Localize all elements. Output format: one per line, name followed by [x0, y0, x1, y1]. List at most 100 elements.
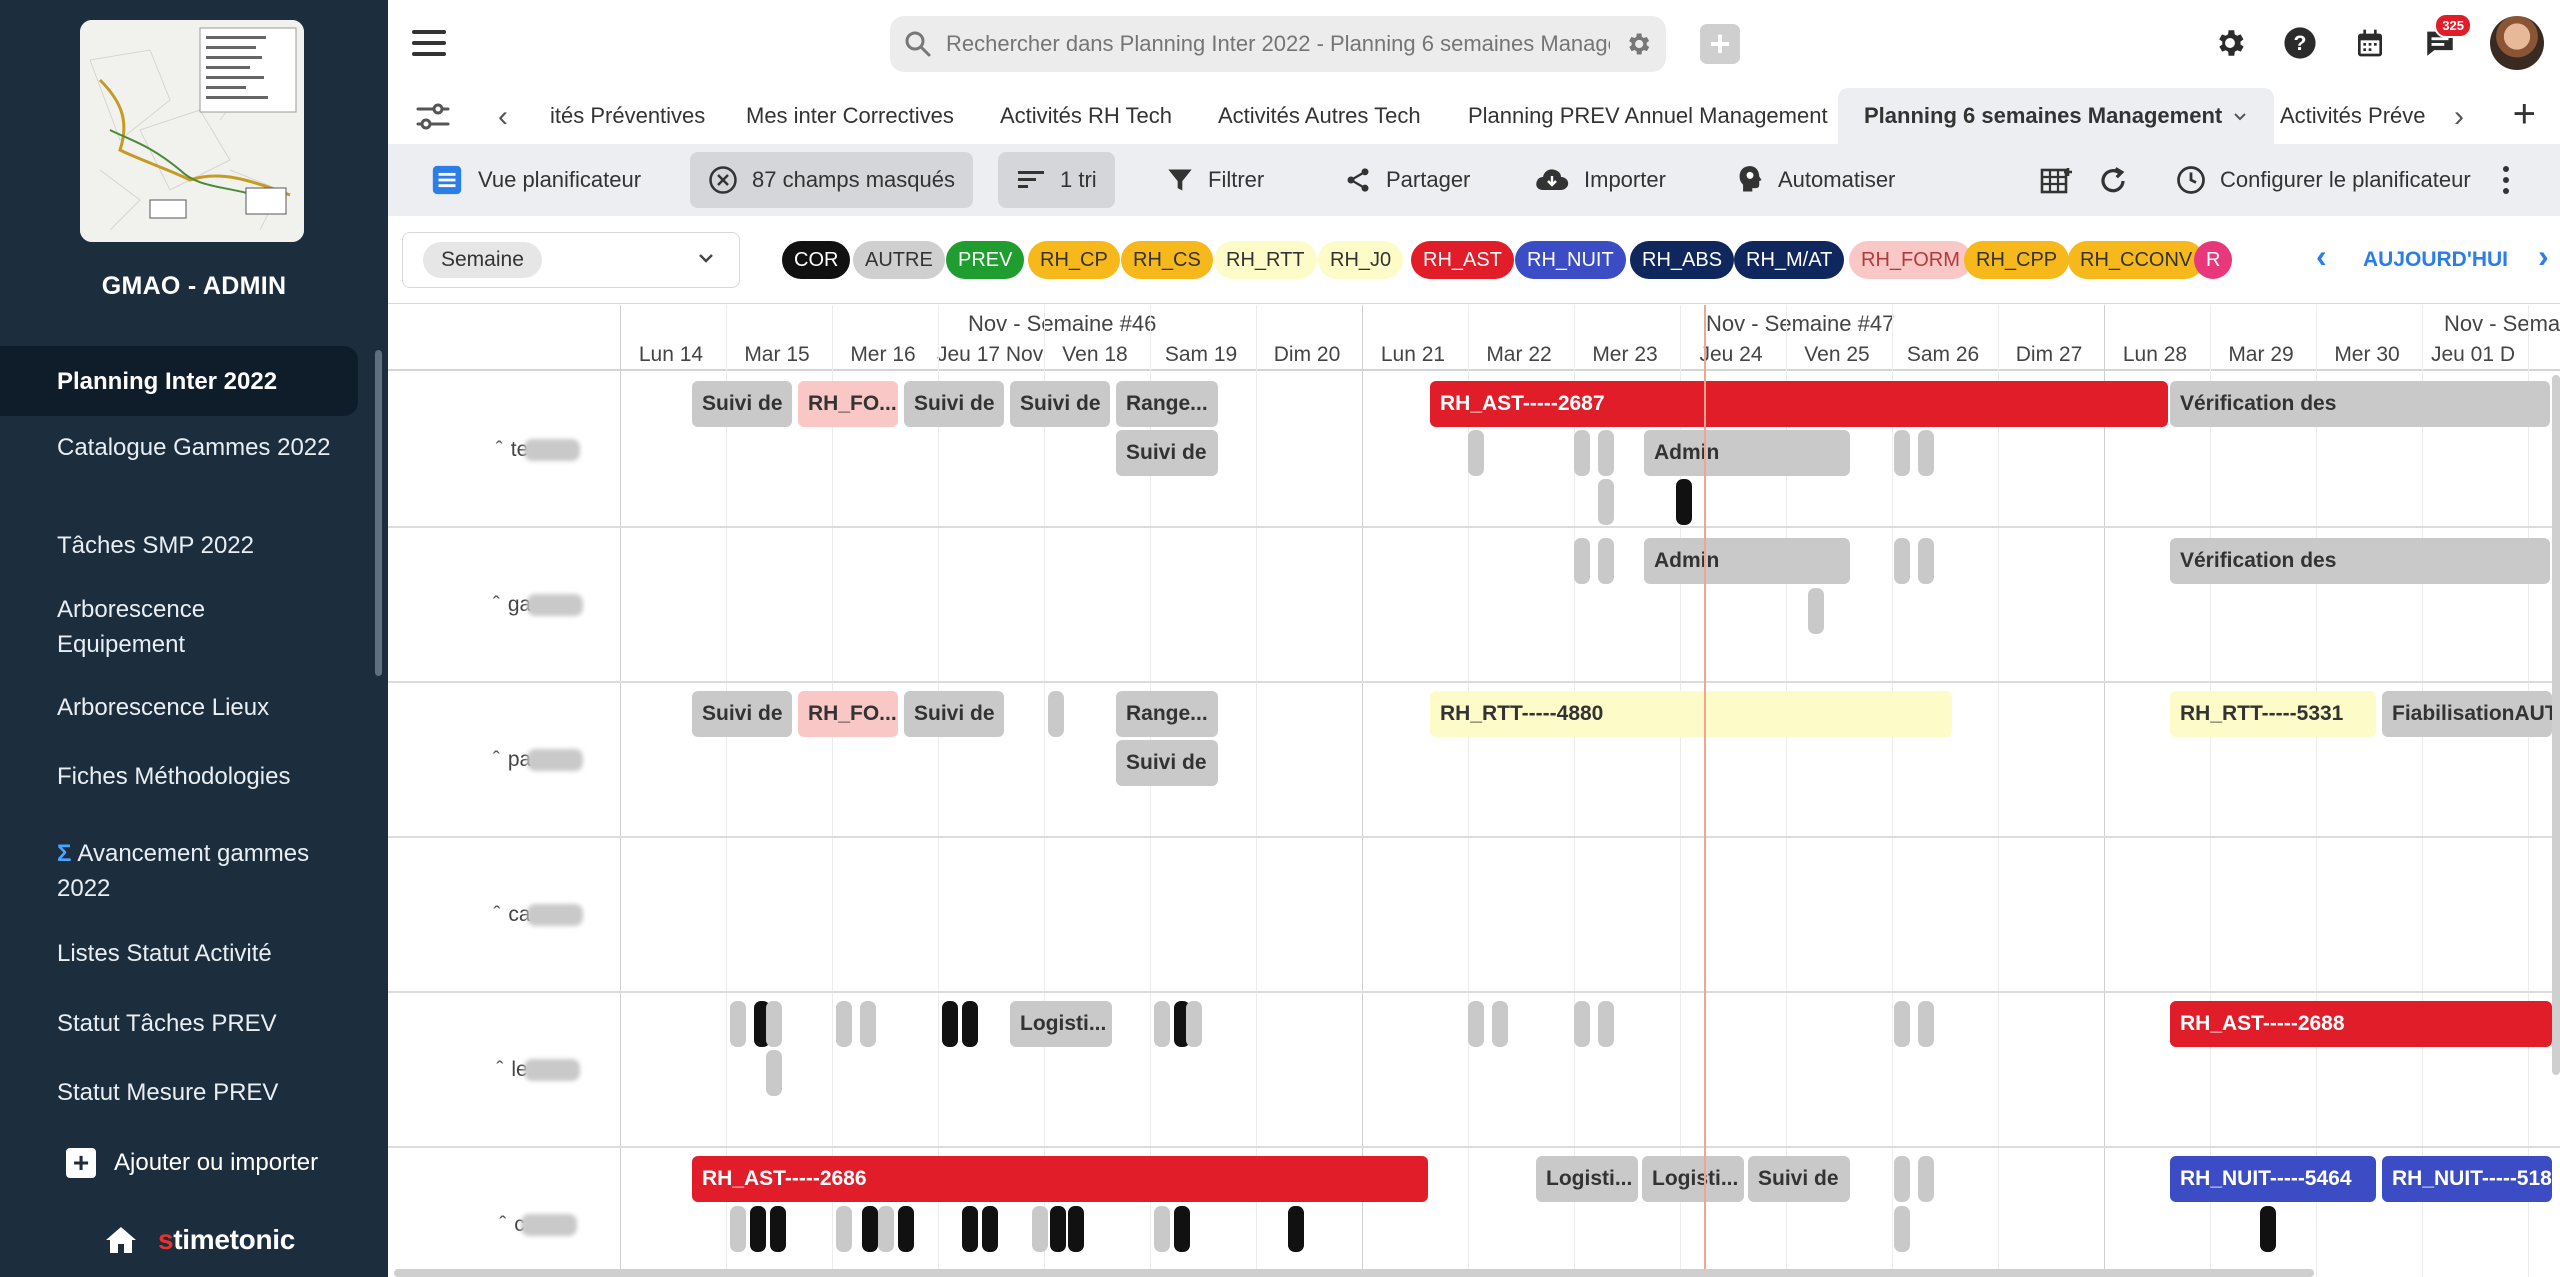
tab-mes-inter-correctives[interactable]: Mes inter Correctives [746, 88, 954, 144]
tab-activites-preventives[interactable]: ités Préventives [550, 88, 705, 144]
sidebar-item-arborescence-lieux[interactable]: Arborescence Lieux [0, 690, 358, 725]
app-logo-map[interactable] [80, 20, 304, 242]
planner-event-compact[interactable] [1598, 538, 1614, 584]
planner-event-compact[interactable] [770, 1206, 786, 1252]
planner-event-compact[interactable] [1468, 430, 1484, 476]
planner-event-compact[interactable] [766, 1050, 782, 1096]
resource-row-header[interactable]: ˆ le [388, 993, 688, 1146]
configure-planner-button[interactable]: Configurer le planificateur [2158, 152, 2489, 208]
more-vertical-icon[interactable] [2500, 164, 2512, 196]
resource-row-header[interactable]: ˆ pa [388, 683, 688, 836]
legend-chip[interactable]: AUTRE [853, 241, 945, 279]
planner-event-compact[interactable] [1598, 430, 1614, 476]
user-avatar[interactable] [2490, 16, 2544, 70]
calendar-icon[interactable] [2350, 23, 2390, 63]
sidebar-item-avancement-gammes[interactable]: Σ Avancement gammes 2022 [0, 836, 358, 906]
planner-event-compact[interactable] [1918, 1001, 1934, 1047]
planner-event-compact[interactable] [942, 1001, 958, 1047]
planner-event-compact[interactable] [1574, 1001, 1590, 1047]
grid-horizontal-scrollbar[interactable] [394, 1269, 2314, 1277]
legend-chip[interactable]: RH_FORM [1849, 241, 1972, 279]
tab-activites-rh-tech[interactable]: Activités RH Tech [1000, 88, 1172, 144]
legend-chip[interactable]: PREV [946, 241, 1025, 279]
planner-event[interactable]: RH_FO... [798, 381, 898, 427]
planner-event[interactable]: RH_FO... [798, 691, 898, 737]
planner-event-compact[interactable] [878, 1206, 894, 1252]
planner-event[interactable]: Suivi de [904, 691, 1004, 737]
planner-event[interactable]: Suivi de [692, 381, 792, 427]
legend-chip[interactable]: RH_NUIT [1515, 241, 1626, 279]
legend-chip[interactable]: RH_AST [1411, 241, 1514, 279]
legend-chip[interactable]: RH_CP [1028, 241, 1120, 279]
legend-chip[interactable]: R [2194, 241, 2233, 279]
planner-event-compact[interactable] [982, 1206, 998, 1252]
planner-event-compact[interactable] [1154, 1206, 1170, 1252]
tab-activites-preve[interactable]: Activités Préve [2280, 88, 2426, 144]
planner-event-compact[interactable] [1918, 538, 1934, 584]
resource-row-header[interactable]: ˆ te [388, 373, 688, 526]
planner-event-compact[interactable] [1574, 430, 1590, 476]
planner-event-compact[interactable] [1894, 538, 1910, 584]
planner-event[interactable]: Vérification des [2170, 381, 2550, 427]
sidebar-item-statut-taches[interactable]: Statut Tâches PREV [0, 1006, 358, 1041]
planner-event[interactable]: Suivi de [1748, 1156, 1850, 1202]
planner-event-compact[interactable] [1574, 538, 1590, 584]
planner-event[interactable]: RH_NUIT-----518 [2382, 1156, 2552, 1202]
planner-event-compact[interactable] [898, 1206, 914, 1252]
planner-event[interactable]: RH_RTT-----4880 [1430, 691, 1952, 737]
sidebar-item-catalogue-gammes[interactable]: Catalogue Gammes 2022 [0, 430, 358, 465]
legend-chip[interactable]: RH_CS [1121, 241, 1213, 279]
today-button[interactable]: AUJOURD'HUI [2363, 248, 2508, 272]
planner-event[interactable]: Suivi de [692, 691, 792, 737]
planner-event-compact[interactable] [962, 1206, 978, 1252]
planner-event-compact[interactable] [2260, 1206, 2276, 1252]
collapse-caret-icon[interactable]: ˆ [499, 1213, 506, 1237]
filter-button[interactable]: Filtrer [1148, 152, 1282, 208]
search-input[interactable] [944, 30, 1612, 58]
planner-event[interactable]: Range... [1116, 381, 1218, 427]
planner-event-compact[interactable] [1288, 1206, 1304, 1252]
planner-event-compact[interactable] [750, 1206, 766, 1252]
collapse-caret-icon[interactable]: ˆ [493, 748, 500, 772]
legend-chip[interactable]: RH_ABS [1630, 241, 1735, 279]
planner-event[interactable]: RH_RTT-----5331 [2170, 691, 2376, 737]
planner-event-compact[interactable] [860, 1001, 876, 1047]
planner-event-compact[interactable] [1808, 588, 1824, 634]
tabs-scroll-right-icon[interactable]: › [2454, 100, 2464, 134]
tab-activites-autres-tech[interactable]: Activités Autres Tech [1218, 88, 1421, 144]
sidebar-item-planning-inter[interactable]: Planning Inter 2022 [0, 346, 358, 416]
sidebar-item-arborescence-equipement[interactable]: Arborescence Equipement [0, 592, 358, 662]
legend-chip[interactable]: RH_M/AT [1734, 241, 1845, 279]
legend-chip[interactable]: RH_RTT [1214, 241, 1317, 279]
resource-row-header[interactable]: ˆ ga [388, 528, 688, 681]
planner-event-compact[interactable] [1894, 1206, 1910, 1252]
tabs-scroll-left-icon[interactable]: ‹ [498, 100, 508, 134]
planner-event[interactable]: Vérification des [2170, 538, 2550, 584]
collapse-caret-icon[interactable]: ˆ [496, 1058, 503, 1082]
add-view-icon[interactable]: + [2513, 92, 2536, 137]
legend-chip[interactable]: COR [782, 241, 851, 279]
menu-icon[interactable] [412, 30, 446, 58]
planner-event[interactable]: Suivi de [1116, 740, 1218, 786]
planner-event[interactable]: RH_NUIT-----5464 [2170, 1156, 2376, 1202]
legend-chip[interactable]: RH_CPP [1964, 241, 2070, 279]
sliders-icon[interactable] [416, 102, 450, 132]
collapse-caret-icon[interactable]: ˆ [496, 438, 503, 462]
sidebar-item-fiches-methodologies[interactable]: Fiches Méthodologies [0, 759, 358, 794]
previous-period-icon[interactable]: ‹ [2316, 238, 2327, 275]
planner-event[interactable]: Admin [1644, 538, 1850, 584]
planner-event-compact[interactable] [1032, 1206, 1048, 1252]
planner-event[interactable]: Logisti... [1536, 1156, 1638, 1202]
planner-event[interactable]: Suivi de [1116, 430, 1218, 476]
import-button[interactable]: Importer [1516, 152, 1684, 208]
planner-event-compact[interactable] [1186, 1001, 1202, 1047]
planner-event-compact[interactable] [1598, 479, 1614, 525]
planner-event-compact[interactable] [1676, 479, 1692, 525]
home-icon[interactable] [104, 1225, 138, 1255]
planner-event[interactable]: Logisti... [1642, 1156, 1744, 1202]
planner-event-compact[interactable] [730, 1001, 746, 1047]
planner-event-compact[interactable] [1894, 1001, 1910, 1047]
planner-event[interactable]: RH_AST-----2686 [692, 1156, 1428, 1202]
resource-row-header[interactable]: ˆc [388, 1148, 688, 1277]
sidebar-scrollbar[interactable] [375, 350, 382, 676]
